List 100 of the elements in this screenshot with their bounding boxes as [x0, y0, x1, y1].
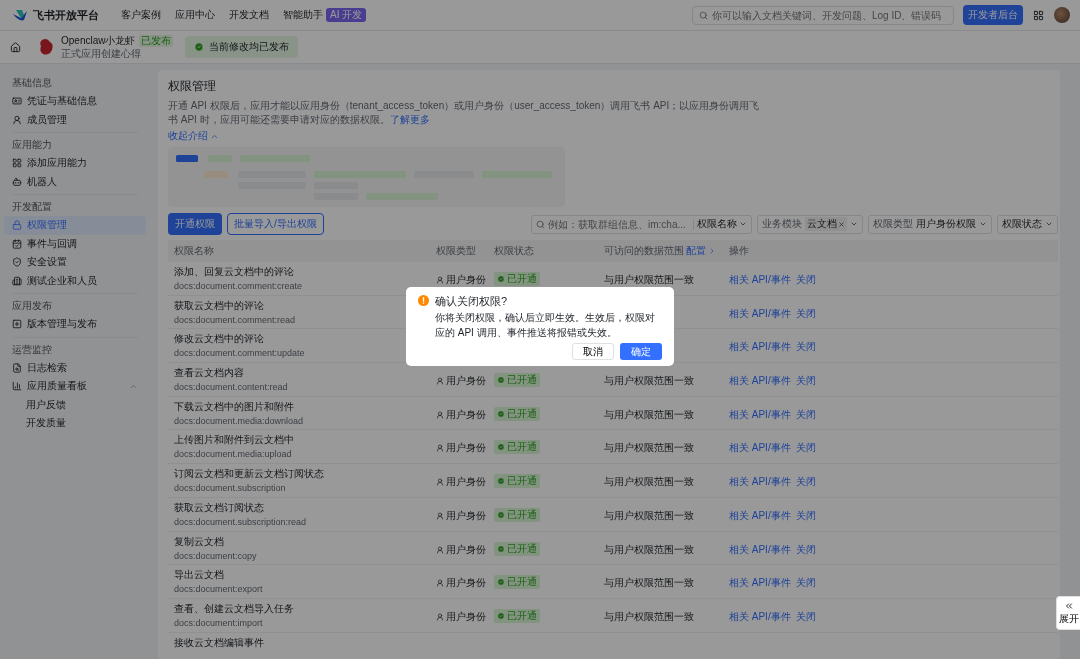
name-filter-select[interactable]: 权限名称 — [697, 217, 747, 231]
sidebar-item-label[interactable]: 测试企业和人员 — [27, 273, 138, 288]
learn-more-link[interactable]: 了解更多 — [389, 114, 430, 125]
brand-name[interactable]: 飞书开放平台 — [33, 7, 99, 23]
action-link[interactable]: 关闭 — [795, 407, 816, 422]
sidebar-item[interactable]: 应用质量看板 — [4, 377, 146, 396]
status-badge: 已开通 — [494, 608, 540, 623]
sidebar-item[interactable]: 版本管理与发布 — [4, 315, 146, 334]
module-filter[interactable]: 业务模块 云文档 — [757, 214, 863, 234]
sidebar-item[interactable]: 安全设置 — [4, 253, 146, 272]
sidebar-group-title: 基础信息 — [11, 76, 53, 90]
action-link[interactable]: 关闭 — [795, 340, 816, 355]
permission-name: 修改云文档中的评论 — [174, 333, 264, 346]
permission-search-field[interactable]: 例如：获取群组信息、im:cha... 权限名称 — [531, 214, 752, 234]
nav-link[interactable]: 客户案例 — [121, 8, 161, 22]
column-header: 可访问的数据范围 — [604, 244, 684, 258]
sidebar-item-label[interactable]: 应用质量看板 — [27, 379, 124, 394]
module-chip[interactable]: 云文档 — [805, 217, 847, 231]
action-link[interactable]: 关闭 — [795, 273, 816, 287]
import-export-button[interactable]: 批量导入/导出权限 — [227, 213, 324, 235]
sidebar-item-label[interactable]: 安全设置 — [27, 255, 138, 270]
config-link[interactable]: 配置 — [686, 244, 706, 258]
sidebar-subitem[interactable]: 开发质量 — [4, 414, 146, 433]
status-badge: 已开通 — [494, 272, 540, 286]
search-icon — [536, 219, 545, 229]
confirm-button[interactable]: 确定 — [620, 343, 662, 360]
search-field[interactable]: 你可以输入文档关键词、开发问题、Log ID、错误码 — [692, 5, 954, 25]
permission-name: 获取云文档中的评论 — [174, 299, 264, 312]
ai-badge: AI 开发 — [326, 8, 367, 22]
check-icon — [497, 611, 505, 620]
permission-scope: docs:document.comment:create — [174, 280, 303, 292]
sidebar-item[interactable]: 机器人 — [4, 172, 146, 191]
status-badge: 已开通 — [494, 440, 540, 455]
sidebar-subitem[interactable]: 用户反馈 — [4, 395, 146, 414]
sidebar-item-label[interactable]: 凭证与基础信息 — [27, 94, 138, 109]
action-link[interactable]: 相关 API/事件 — [729, 542, 791, 557]
user-icon — [436, 612, 444, 621]
sidebar-item[interactable]: 事件与回调 — [4, 234, 146, 253]
action-link[interactable]: 关闭 — [795, 542, 816, 557]
console-button[interactable]: 开发者后台 — [963, 5, 1023, 25]
expand-button[interactable]: 展开 — [1056, 596, 1080, 630]
permission-scope: docs:document.content:read — [174, 381, 288, 394]
sidebar-item-label[interactable]: 成员管理 — [27, 112, 138, 127]
sidebar-item[interactable]: 凭证与基础信息 — [4, 92, 146, 111]
action-link[interactable]: 相关 API/事件 — [729, 609, 791, 624]
sidebar-item[interactable]: 日志检索 — [4, 358, 146, 377]
action-link[interactable]: 关闭 — [795, 475, 816, 490]
permission-type: 用户身份 — [436, 542, 494, 557]
nav-link[interactable]: 开发文档 — [229, 8, 269, 22]
permission-name: 下载云文档中的图片和附件 — [174, 400, 294, 413]
status-badge: 已开通 — [494, 406, 540, 421]
type-filter[interactable]: 权限类型 用户身份权限 — [868, 214, 992, 234]
status-filter[interactable]: 权限状态 — [997, 214, 1058, 234]
nav-link[interactable]: 应用中心 — [175, 8, 215, 22]
action-link[interactable]: 相关 API/事件 — [729, 374, 791, 389]
user-icon — [436, 377, 444, 386]
sidebar-item-label[interactable]: 事件与回调 — [27, 236, 138, 251]
sidebar-item-icon — [12, 362, 22, 373]
sidebar-item[interactable]: 测试企业和人员 — [4, 271, 146, 290]
apps-grid-icon[interactable] — [1033, 9, 1044, 21]
nav-link[interactable]: 智能助手 — [283, 8, 323, 22]
action-link[interactable]: 相关 API/事件 — [729, 475, 791, 490]
sidebar-item-icon — [12, 257, 22, 268]
chevron-down-icon — [739, 220, 747, 228]
close-icon[interactable] — [838, 220, 845, 228]
home-icon[interactable] — [10, 41, 21, 53]
action-link[interactable]: 相关 API/事件 — [729, 576, 791, 591]
action-link[interactable]: 相关 API/事件 — [729, 273, 791, 287]
cancel-button[interactable]: 取消 — [572, 343, 614, 360]
permission-type: 用户身份 — [436, 407, 494, 422]
collapse-intro-link[interactable]: 收起介绍 — [168, 129, 219, 143]
check-icon — [497, 443, 505, 452]
action-link[interactable]: 关闭 — [795, 576, 816, 591]
action-link[interactable]: 关闭 — [795, 306, 816, 321]
avatar[interactable] — [1054, 7, 1070, 23]
grant-permission-button[interactable]: 开通权限 — [168, 213, 222, 235]
filter-value: 用户身份权限 — [916, 217, 976, 231]
sidebar-item-label[interactable]: 日志检索 — [27, 360, 138, 375]
action-link[interactable]: 关闭 — [795, 374, 816, 389]
column-header: 权限类型 — [436, 244, 477, 258]
action-link[interactable]: 关闭 — [795, 508, 816, 523]
permission-type: 用户身份 — [436, 475, 494, 490]
action-link[interactable]: 相关 API/事件 — [729, 508, 791, 523]
status-badge: 已开通 — [494, 373, 540, 388]
action-link[interactable]: 相关 API/事件 — [729, 441, 791, 456]
sidebar-item[interactable]: 添加应用能力 — [4, 154, 146, 173]
action-link[interactable]: 相关 API/事件 — [729, 407, 791, 422]
check-icon — [194, 42, 205, 52]
sidebar-item-label[interactable]: 版本管理与发布 — [27, 317, 138, 332]
sidebar-item-label[interactable]: 机器人 — [27, 174, 138, 189]
sidebar-item[interactable]: 成员管理 — [4, 110, 146, 129]
sidebar-item-icon — [12, 319, 22, 330]
check-icon — [497, 578, 505, 587]
action-link[interactable]: 相关 API/事件 — [729, 306, 791, 321]
status-badge: 已开通 — [494, 541, 540, 556]
action-link[interactable]: 相关 API/事件 — [729, 340, 791, 355]
sidebar-item-label[interactable]: 添加应用能力 — [27, 156, 138, 171]
filter-label: 权限类型 — [873, 217, 913, 231]
action-link[interactable]: 关闭 — [795, 609, 816, 624]
action-link[interactable]: 关闭 — [795, 441, 816, 456]
